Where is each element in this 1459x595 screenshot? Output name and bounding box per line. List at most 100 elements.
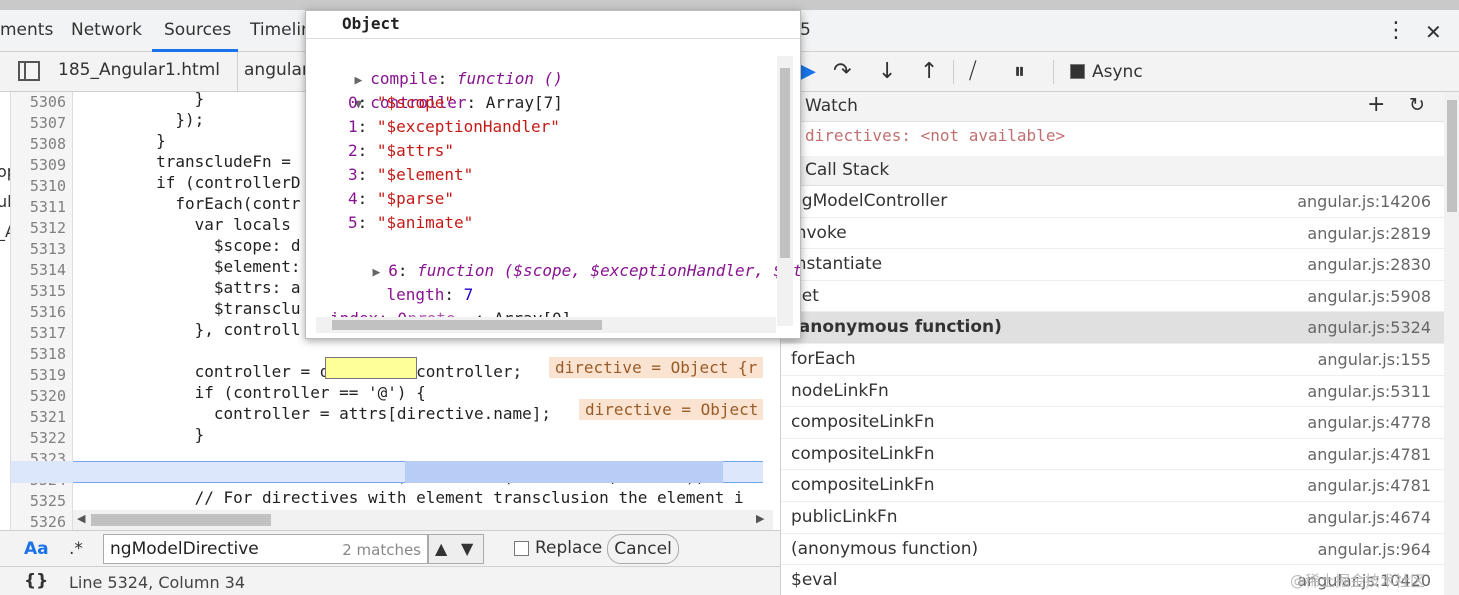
line-number[interactable]: 5310	[8, 177, 66, 195]
next-match-icon[interactable]: ▼	[461, 539, 473, 558]
callstack-frame[interactable]: forEach angular.js:155	[781, 344, 1444, 376]
code-line[interactable]: $scope: d	[79, 235, 301, 256]
array-item[interactable]: 3: "$element"	[348, 163, 473, 187]
callstack-frame[interactable]: publicLinkFn angular.js:4674	[781, 502, 1444, 534]
tab-network[interactable]: Network	[71, 20, 142, 40]
callstack-frame[interactable]: compositeLinkFn angular.js:4781	[781, 439, 1444, 471]
replace-checkbox[interactable]	[514, 541, 529, 556]
tab-sources[interactable]: Sources	[164, 20, 231, 40]
line-number[interactable]: 5326	[8, 513, 66, 531]
tab-timeline[interactable]: Timelin	[250, 20, 312, 40]
frame-location[interactable]: angular.js:4781	[1307, 445, 1431, 464]
frame-location[interactable]: angular.js:155	[1318, 350, 1431, 369]
close-icon[interactable]: ✕	[1425, 20, 1442, 44]
array-item[interactable]: 5: "$animate"	[348, 211, 473, 235]
file-tab-angular[interactable]: angular.	[244, 60, 313, 80]
line-number[interactable]: 5325	[8, 492, 66, 510]
popover-hscroll-thumb[interactable]	[332, 320, 602, 330]
code-line[interactable]: }	[79, 130, 166, 151]
watch-expression[interactable]: directives: <not available>	[805, 126, 1065, 145]
code-line[interactable]: controller = directive.controller;	[79, 361, 523, 382]
popover-row-compile[interactable]: ▶ compile: function ()	[316, 43, 563, 88]
line-number[interactable]: 5315	[8, 282, 66, 300]
refresh-icon[interactable]: ↻	[1409, 94, 1425, 116]
frame-location[interactable]: angular.js:4781	[1307, 476, 1431, 495]
callstack-frame[interactable]: instantiate angular.js:2830	[781, 249, 1444, 281]
search-input[interactable]: ngModelDirective 2 matches	[103, 534, 428, 564]
code-line[interactable]: var locals	[79, 214, 291, 235]
line-number[interactable]: 5314	[8, 261, 66, 279]
popover-horizontal-scrollbar[interactable]	[316, 317, 776, 333]
callstack-frame[interactable]: (anonymous function) angular.js:5324	[781, 312, 1444, 344]
line-number[interactable]: 5322	[8, 429, 66, 447]
code-line[interactable]: }, controll	[79, 319, 301, 340]
code-line[interactable]: // For directives with element transclus…	[79, 487, 744, 508]
line-number[interactable]: 5309	[8, 156, 66, 174]
deactivate-breakpoints-icon[interactable]: ⧸	[969, 59, 976, 84]
file-tab-html[interactable]: 185_Angular1.html	[58, 60, 220, 80]
line-number[interactable]: 5307	[8, 114, 66, 132]
watch-section-header[interactable]: Watch + ↻	[781, 92, 1444, 122]
scroll-thumb[interactable]	[91, 514, 271, 526]
more-options-icon[interactable]: ⋮	[1385, 18, 1407, 43]
code-line[interactable]: if (controllerD	[79, 172, 301, 193]
line-number[interactable]: 5321	[8, 408, 66, 426]
pretty-print-icon[interactable]: {}	[24, 571, 48, 591]
code-line[interactable]: $attrs: a	[79, 277, 301, 298]
match-case-button[interactable]: Aa	[24, 539, 49, 559]
add-watch-icon[interactable]: +	[1367, 92, 1385, 117]
frame-location[interactable]: angular.js:2819	[1307, 224, 1431, 243]
tab-partial[interactable]: 5	[800, 20, 811, 40]
callstack-frame[interactable]: invoke angular.js:2819	[781, 218, 1444, 250]
popover-row-proto[interactable]: ▶ __proto__: Array[0]	[334, 283, 572, 328]
sidebar-scrollbar[interactable]	[1444, 92, 1459, 595]
pause-on-exceptions-icon[interactable]: ⏸	[1014, 59, 1025, 84]
array-item[interactable]: 2: "$attrs"	[348, 139, 454, 163]
popover-row-controller[interactable]: ▼ controller: Array[7]	[316, 67, 563, 112]
frame-location[interactable]: angular.js:14206	[1297, 192, 1431, 211]
code-line[interactable]: }	[79, 424, 205, 445]
popover-row-length[interactable]: length: 7	[348, 259, 474, 304]
resume-icon[interactable]: ▶	[799, 59, 816, 84]
code-line[interactable]: if (controller == '@') {	[79, 382, 426, 403]
code-horizontal-scrollbar[interactable]: ◀ ▶	[73, 510, 773, 530]
step-over-icon[interactable]: ↷	[833, 59, 851, 84]
step-out-icon[interactable]: ↑	[920, 59, 938, 84]
callstack-frame[interactable]: ngModelController angular.js:14206	[781, 186, 1444, 218]
line-number[interactable]: 5311	[8, 198, 66, 216]
frame-location[interactable]: angular.js:4778	[1307, 413, 1431, 432]
popover-vertical-scrollbar[interactable]	[777, 56, 793, 326]
line-number[interactable]: 5313	[8, 240, 66, 258]
code-line[interactable]: }	[79, 92, 205, 109]
code-line[interactable]: controller = attrs[directive.name];	[79, 403, 551, 424]
navigator-toggle-icon[interactable]	[18, 61, 40, 81]
line-number[interactable]: 5318	[8, 345, 66, 363]
callstack-frame[interactable]: compositeLinkFn angular.js:4781	[781, 470, 1444, 502]
regex-button[interactable]: .*	[69, 539, 83, 559]
tab-elements[interactable]: ments	[0, 20, 53, 40]
code-line[interactable]: $transclu	[79, 298, 301, 319]
frame-location[interactable]: angular.js:5311	[1307, 382, 1431, 401]
popover-vscroll-thumb[interactable]	[780, 68, 790, 258]
array-item[interactable]: 1: "$exceptionHandler"	[348, 115, 560, 139]
line-number[interactable]: 5317	[8, 324, 66, 342]
array-item[interactable]: 0: "$scope"	[348, 91, 454, 115]
code-line[interactable]: $element:	[79, 256, 301, 277]
line-number[interactable]: 5319	[8, 366, 66, 384]
callstack-section-header[interactable]: Call Stack	[781, 156, 1444, 186]
step-into-icon[interactable]: ↓	[878, 59, 896, 84]
frame-location[interactable]: angular.js:964	[1318, 540, 1431, 559]
scroll-left-icon[interactable]: ◀	[77, 512, 85, 525]
popover-row-item6[interactable]: ▶ 6: function ($scope, $exceptionHandler…	[334, 235, 800, 280]
code-line[interactable]: forEach(contr	[79, 193, 300, 214]
frame-location[interactable]: angular.js:5324	[1307, 318, 1431, 337]
line-number[interactable]: 5312	[8, 219, 66, 237]
line-number[interactable]: 5316	[8, 303, 66, 321]
callstack-frame[interactable]: nodeLinkFn angular.js:5311	[781, 376, 1444, 408]
callstack-frame[interactable]: (anonymous function) angular.js:964	[781, 534, 1444, 566]
array-item[interactable]: 4: "$parse"	[348, 187, 454, 211]
line-number[interactable]: 5308	[8, 135, 66, 153]
frame-location[interactable]: angular.js:5908	[1307, 287, 1431, 306]
cancel-button[interactable]: Cancel	[607, 534, 679, 564]
line-number[interactable]: 5320	[8, 387, 66, 405]
